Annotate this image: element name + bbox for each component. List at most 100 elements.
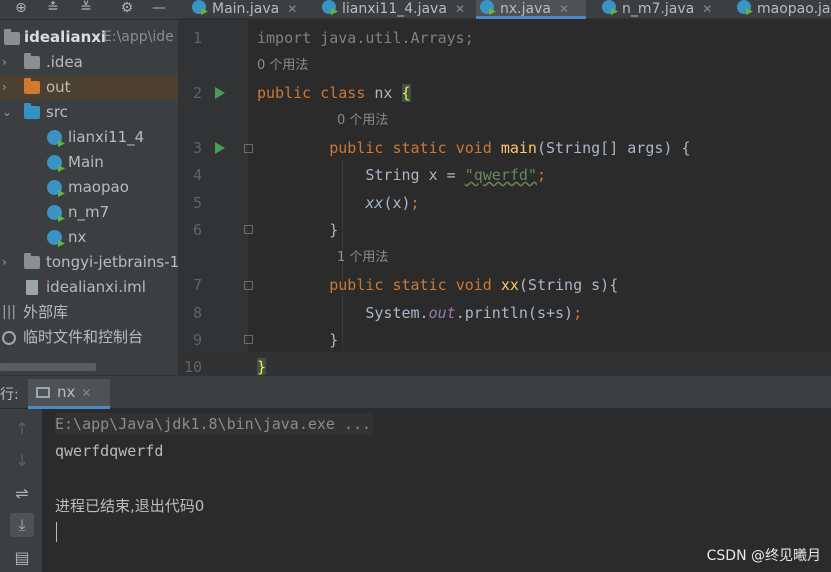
code-line-close-xx: } — [329, 331, 339, 349]
run-tab-nx[interactable]: nx ✕ — [28, 379, 110, 409]
chevron-down-icon[interactable]: ⌄ — [2, 100, 12, 125]
module-folder-icon — [4, 29, 20, 45]
java-class-icon — [47, 205, 62, 220]
watermark: CSDN @终见曦月 — [706, 548, 821, 564]
arrow-up-icon[interactable]: ↑ — [10, 417, 34, 441]
line-number: 9 — [192, 331, 202, 349]
run-side-toolbar: ↑ ↓ ⇌ ⤓ ▤ — [0, 409, 42, 572]
tree-item-label: lianxi11_4 — [68, 128, 145, 146]
tree-item-label: src — [46, 103, 68, 121]
tree-item-scratches[interactable]: 临时文件和控制台 — [0, 325, 178, 350]
run-tool-window-header: 行: nx ✕ — [0, 375, 831, 409]
fold-icon[interactable] — [244, 144, 253, 153]
console-output-line: qwerfdqwerfd — [55, 442, 164, 460]
close-icon[interactable]: ✕ — [455, 2, 465, 16]
chevron-right-icon[interactable]: › — [2, 75, 12, 100]
code-line-main-decl: public static void main(String[] args) { — [329, 139, 691, 157]
minimize-icon[interactable]: — — [150, 0, 168, 18]
tree-item-nx[interactable]: nx — [0, 225, 178, 250]
gear-icon[interactable]: ⚙ — [118, 0, 136, 18]
fold-icon[interactable] — [244, 281, 253, 290]
line-number: 4 — [192, 166, 202, 184]
console-cursor — [56, 522, 57, 542]
tree-item-label: n_m7 — [68, 203, 110, 221]
folder-icon — [24, 253, 40, 269]
code-line-println: System.out.println(s+s); — [365, 304, 583, 322]
console-exit-message: 进程已结束,退出代码0 — [55, 497, 205, 515]
editor-tab-bar: ⊕ ≛ ≚ ⚙ — Main.java ✕ lianxi11_4.java ✕ nx… — [0, 0, 831, 19]
usage-hint[interactable]: 1 个用法 — [337, 248, 388, 268]
source-folder-icon — [24, 103, 40, 119]
tree-item-label: tongyi-jetbrains-1 — [46, 253, 178, 271]
usage-hint[interactable]: 0 个用法 — [337, 111, 388, 131]
caret-line-highlight — [178, 352, 831, 375]
tree-item-maopao[interactable]: maopao — [0, 175, 178, 200]
tree-item-label: out — [46, 78, 71, 96]
collapse-all-icon[interactable]: ≚ — [77, 0, 95, 18]
tree-item-external-libraries[interactable]: ||| 外部库 — [0, 300, 178, 325]
expand-all-icon[interactable]: ≛ — [44, 0, 62, 18]
tree-item-idea[interactable]: › .idea — [0, 50, 178, 75]
file-icon — [26, 280, 38, 295]
close-icon[interactable]: ✕ — [287, 2, 297, 16]
code-line-close-class: } — [257, 358, 267, 376]
tree-item-lianxi11-4[interactable]: lianxi11_4 — [0, 125, 178, 150]
tree-item-label: Main — [68, 153, 104, 171]
tab-maopao-java[interactable]: maopao.ja — [733, 0, 831, 19]
excluded-folder-icon — [24, 78, 40, 94]
fold-icon[interactable] — [244, 225, 253, 234]
tab-n-m7-java[interactable]: n_m7.java ✕ — [598, 0, 712, 19]
java-class-icon — [47, 230, 62, 245]
usage-hint[interactable]: 0 个用法 — [257, 56, 308, 76]
tree-root-idealianxi[interactable]: idealianxi E:\app\ide — [0, 25, 178, 50]
line-number: 10 — [183, 358, 202, 376]
line-number: 6 — [192, 221, 202, 239]
close-icon[interactable]: ✕ — [81, 386, 91, 400]
tree-item-out[interactable]: › out — [0, 75, 178, 100]
tab-label: n_m7.java — [622, 1, 695, 17]
chevron-right-icon[interactable]: › — [2, 50, 12, 75]
fold-icon[interactable] — [244, 335, 253, 344]
crosshair-icon[interactable]: ⊕ — [12, 0, 30, 18]
line-number: 5 — [192, 194, 202, 212]
tree-item-label: .idea — [46, 53, 83, 71]
project-toolbar: ⊕ ≛ ≚ ⚙ — — [0, 0, 178, 19]
tree-item-tongyi-jetbrains[interactable]: › tongyi-jetbrains-1 — [0, 250, 178, 275]
tree-item-iml[interactable]: idealianxi.iml — [0, 275, 178, 300]
tab-label: maopao.ja — [757, 1, 831, 17]
tab-main-java[interactable]: Main.java ✕ — [188, 0, 297, 19]
tree-item-label: idealianxi.iml — [46, 278, 146, 296]
soft-wrap-icon[interactable]: ⇌ — [10, 482, 34, 506]
close-icon[interactable]: ✕ — [702, 2, 712, 16]
tree-item-main[interactable]: Main — [0, 150, 178, 175]
java-class-icon — [602, 0, 616, 14]
horizontal-scrollbar[interactable] — [0, 363, 96, 371]
tree-item-label: 外部库 — [23, 303, 69, 321]
chevron-right-icon[interactable]: › — [2, 250, 12, 275]
tree-item-label: 临时文件和控制台 — [23, 328, 144, 346]
code-line-xx-decl: public static void xx(String s){ — [329, 276, 619, 294]
tree-item-n-m7[interactable]: n_m7 — [0, 200, 178, 225]
java-class-icon — [47, 130, 62, 145]
line-number: 1 — [192, 29, 202, 47]
folder-icon — [24, 53, 40, 69]
java-class-icon — [480, 0, 494, 14]
tree-item-src[interactable]: ⌄ src — [0, 100, 178, 125]
tab-nx-java[interactable]: nx.java ✕ — [476, 0, 586, 19]
tab-label: Main.java — [212, 1, 280, 17]
tab-label: lianxi11_4.java — [342, 1, 447, 17]
code-line-close-main: } — [329, 221, 339, 239]
tree-item-label: maopao — [68, 178, 129, 196]
arrow-down-icon[interactable]: ↓ — [10, 449, 34, 473]
project-tree-panel: idealianxi E:\app\ide › .idea › out ⌄ sr… — [0, 20, 178, 375]
print-icon[interactable]: ▤ — [10, 546, 34, 570]
code-line-call-xx: xx(x); — [365, 194, 420, 212]
java-class-icon — [737, 0, 751, 14]
java-class-icon — [47, 155, 62, 170]
java-class-icon — [192, 0, 206, 14]
line-number: 3 — [192, 139, 202, 157]
scroll-to-end-icon[interactable]: ⤓ — [10, 513, 34, 537]
tab-lianxi11-4-java[interactable]: lianxi11_4.java ✕ — [318, 0, 465, 19]
code-line-import: import java.util.Arrays; — [257, 29, 474, 47]
close-icon[interactable]: ✕ — [559, 2, 569, 16]
